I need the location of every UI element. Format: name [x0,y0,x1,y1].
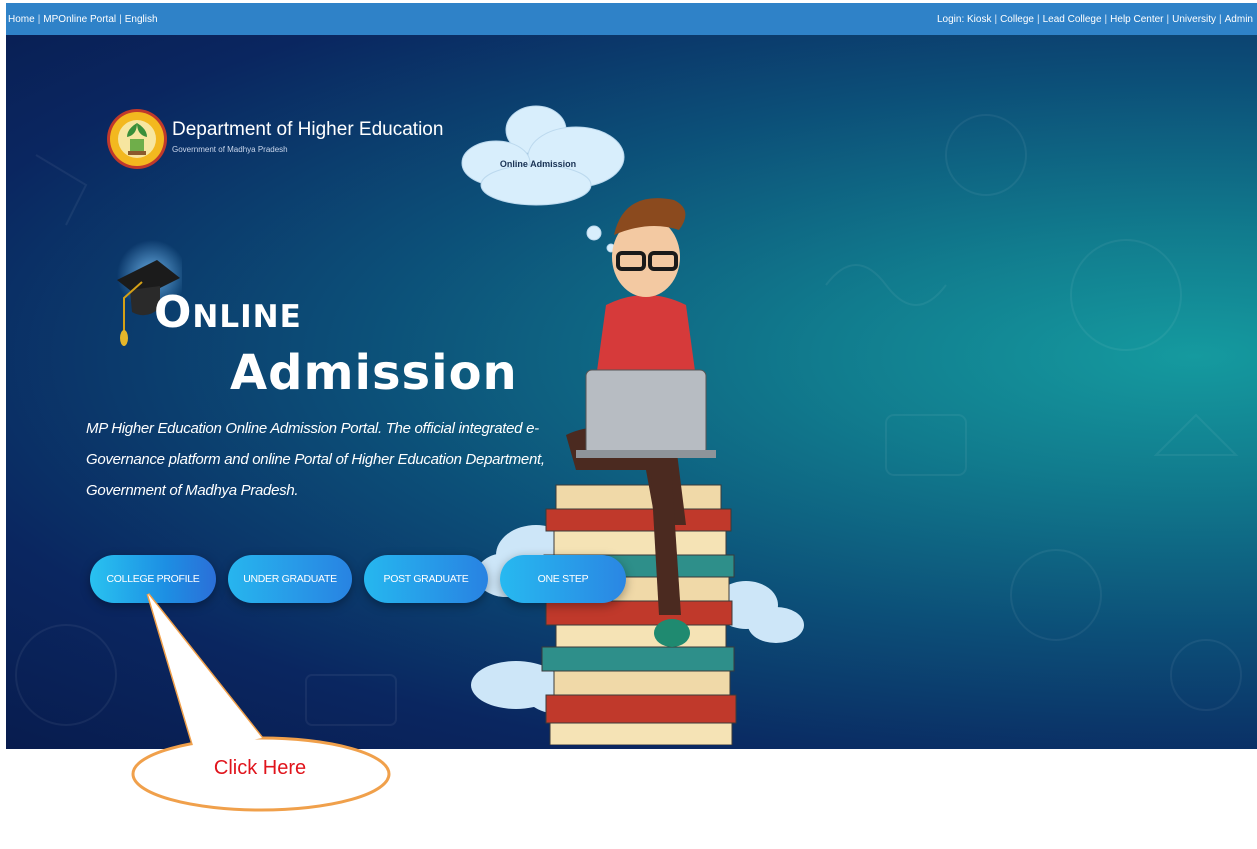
lead-college-link[interactable]: Lead College [1043,14,1102,25]
top-nav-right: Login: Kiosk | College | Lead College | … [937,14,1257,25]
hero-banner: Department of Higher Education Governmen… [6,35,1257,749]
nav-separator: | [1166,13,1170,25]
department-logo[interactable]: Department of Higher Education Governmen… [106,107,443,171]
government-name: Government of Madhya Pradesh [172,145,288,154]
book-stack [541,484,737,745]
login-kiosk-link[interactable]: Login: Kiosk [937,14,991,25]
english-link[interactable]: English [125,14,158,25]
nav-separator: | [1219,13,1222,25]
college-login-link[interactable]: College [1000,14,1034,25]
home-link[interactable]: Home [8,14,35,25]
department-name: Department of Higher Education [172,119,444,140]
one-step-button[interactable]: One Step [500,555,626,603]
state-emblem-icon [107,109,167,169]
university-link[interactable]: University [1172,14,1216,25]
college-profile-button[interactable]: College Profile [90,555,216,603]
help-center-link[interactable]: Help Center [1110,14,1163,25]
nav-separator: | [37,13,41,25]
student-illustration: Online Admission [461,105,804,745]
mponline-portal-link[interactable]: MPOnline Portal [43,14,116,25]
thought-cloud [461,105,625,253]
nav-separator: | [1037,13,1040,25]
nav-separator: | [1104,13,1108,25]
hero-title-online: Online [154,287,302,338]
top-nav-bar: Home | MPOnline Portal | English Login: … [6,3,1257,35]
top-nav-left: Home | MPOnline Portal | English [6,14,158,25]
admin-link[interactable]: Admin [1225,14,1253,25]
nav-separator: | [994,13,998,25]
click-here-label: Click Here [213,757,307,779]
post-graduate-button[interactable]: Post Graduate [364,555,488,603]
thought-bubble-text: Online Admission [500,159,576,169]
nav-separator: | [119,13,122,25]
under-graduate-button[interactable]: Under Graduate [228,555,352,603]
